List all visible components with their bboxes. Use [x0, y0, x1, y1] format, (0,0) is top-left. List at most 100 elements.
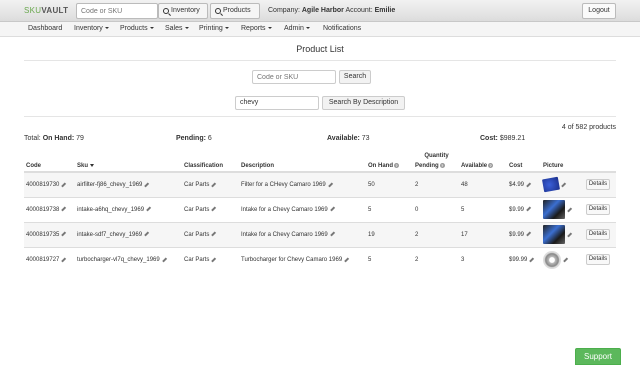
search-by-description-button[interactable]: Search By Description — [322, 96, 405, 110]
pencil-icon[interactable] — [144, 181, 150, 187]
code-sku-input[interactable] — [252, 70, 336, 84]
sku-cell: airfilter-fj86_chevy_1969 — [75, 172, 182, 197]
classification-header[interactable]: Classification — [182, 161, 239, 172]
total-pending: Pending: 6 — [176, 135, 212, 142]
pencil-icon[interactable] — [146, 206, 151, 212]
sku-cell: turbocharger-vl7q_chevy_1969 — [75, 247, 182, 272]
products-search-button[interactable]: Products — [210, 3, 260, 19]
nav-products[interactable]: Products — [120, 25, 154, 32]
pencil-icon[interactable] — [526, 206, 531, 212]
sku-value: airfilter-fj86_chevy_1969 — [77, 181, 143, 188]
nav-label: Inventory — [74, 25, 103, 32]
pencil-icon[interactable] — [161, 256, 167, 262]
pencil-icon[interactable] — [344, 256, 349, 262]
nav-inventory[interactable]: Inventory — [74, 25, 109, 32]
pencil-icon[interactable] — [61, 231, 67, 237]
picture-cell — [541, 197, 584, 222]
code-cell: 4000819735 — [24, 222, 75, 247]
description-header[interactable]: Description — [239, 161, 366, 172]
available-cell: 48 — [461, 181, 468, 188]
total-available: Available: 73 — [327, 135, 370, 142]
pencil-icon[interactable] — [563, 257, 568, 263]
pending-header[interactable]: Pending? — [413, 161, 459, 172]
code-cell: 4000819727 — [24, 247, 75, 272]
pencil-icon[interactable] — [61, 256, 67, 262]
available-header-label: Available — [461, 163, 488, 170]
help-icon[interactable]: ? — [439, 163, 445, 168]
pencil-icon[interactable] — [327, 181, 333, 187]
details-button[interactable]: Details — [586, 229, 610, 241]
description-search-input[interactable]: chevy — [235, 96, 319, 110]
divider — [24, 60, 616, 61]
intake-image[interactable] — [543, 225, 565, 245]
description-cell: Intake for a Chevy Camaro 1969 — [239, 222, 366, 247]
turbocharger-image[interactable] — [543, 250, 561, 269]
description-value: Filter for a CHevy Camaro 1969 — [241, 181, 326, 188]
nav-notifications[interactable]: Notifications — [323, 25, 361, 32]
nav-admin[interactable]: Admin — [284, 25, 310, 32]
cost-value: $4.99 — [509, 181, 525, 188]
pencil-icon[interactable] — [526, 181, 531, 187]
pencil-icon[interactable] — [211, 231, 217, 237]
on-hand-header[interactable]: On Hand? — [366, 161, 413, 172]
pending-cell: 2 — [415, 231, 419, 238]
inventory-button-label: Inventory — [171, 7, 200, 14]
logout-button[interactable]: Logout — [582, 3, 616, 19]
picture-header: Picture — [543, 163, 564, 170]
skuvault-logo[interactable]: SKUVAULT — [24, 6, 68, 15]
total-on-hand-value: 79 — [76, 135, 84, 142]
air-filter-image[interactable] — [541, 177, 561, 193]
details-button[interactable]: Details — [586, 254, 610, 266]
cost-value: $9.99 — [509, 231, 525, 238]
pencil-icon[interactable] — [144, 231, 149, 237]
pencil-icon[interactable] — [329, 206, 335, 212]
logo-vault-text: VAULT — [41, 6, 69, 15]
details-button[interactable]: Details — [586, 204, 610, 216]
pending-label: Pending: — [176, 135, 206, 142]
pencil-icon[interactable] — [529, 256, 535, 262]
sku-header-label: Sku — [77, 163, 89, 170]
inventory-search-button[interactable]: Inventory — [158, 3, 208, 19]
code-value: 4000819738 — [26, 206, 60, 213]
details-button[interactable]: Details — [586, 179, 610, 191]
sku-header[interactable]: Sku — [75, 161, 182, 172]
nav-printing[interactable]: Printing — [199, 25, 229, 32]
code-header[interactable]: Code — [24, 161, 75, 172]
details-cell: Details — [584, 222, 616, 247]
pencil-icon[interactable] — [211, 256, 217, 262]
global-search-input[interactable] — [76, 3, 158, 19]
description-cell: Filter for a CHevy Camaro 1969 — [239, 172, 366, 197]
cost-cell: $9.99 — [507, 197, 541, 222]
pencil-icon[interactable] — [567, 232, 572, 237]
pencil-icon[interactable] — [329, 231, 335, 237]
nav-sales[interactable]: Sales — [165, 25, 189, 32]
total-available-value: 73 — [361, 135, 370, 142]
classification-value: Car Parts — [184, 256, 210, 263]
on-hand-cell: 19 — [368, 231, 375, 238]
classification-value: Car Parts — [184, 206, 210, 213]
intake-image[interactable] — [543, 200, 565, 220]
pencil-icon[interactable] — [211, 206, 217, 212]
help-icon[interactable]: ? — [394, 163, 399, 168]
nav-reports[interactable]: Reports — [241, 25, 272, 32]
pencil-icon[interactable] — [61, 206, 67, 212]
caret-down-icon — [267, 27, 272, 30]
pencil-icon[interactable] — [567, 207, 572, 212]
pencil-icon[interactable] — [526, 231, 531, 237]
available-header[interactable]: Available? — [459, 161, 507, 172]
cost-header[interactable]: Cost — [507, 161, 541, 172]
pencil-icon[interactable] — [211, 181, 217, 187]
help-icon[interactable]: ? — [488, 163, 494, 168]
account-name: Emilie — [374, 7, 396, 14]
pencil-icon[interactable] — [561, 182, 566, 188]
nav-label: Sales — [165, 25, 183, 32]
cost-value: $99.99 — [509, 256, 528, 263]
pencil-icon[interactable] — [61, 181, 67, 187]
sku-value: turbocharger-vl7q_chevy_1969 — [77, 256, 160, 263]
search-button[interactable]: Search — [339, 70, 371, 84]
search-icon — [215, 8, 221, 14]
quantity-header: Quantity — [424, 153, 449, 159]
nav-dashboard[interactable]: Dashboard — [28, 25, 62, 32]
code-value: 4000819735 — [26, 231, 60, 238]
support-button[interactable]: Support — [575, 348, 621, 365]
